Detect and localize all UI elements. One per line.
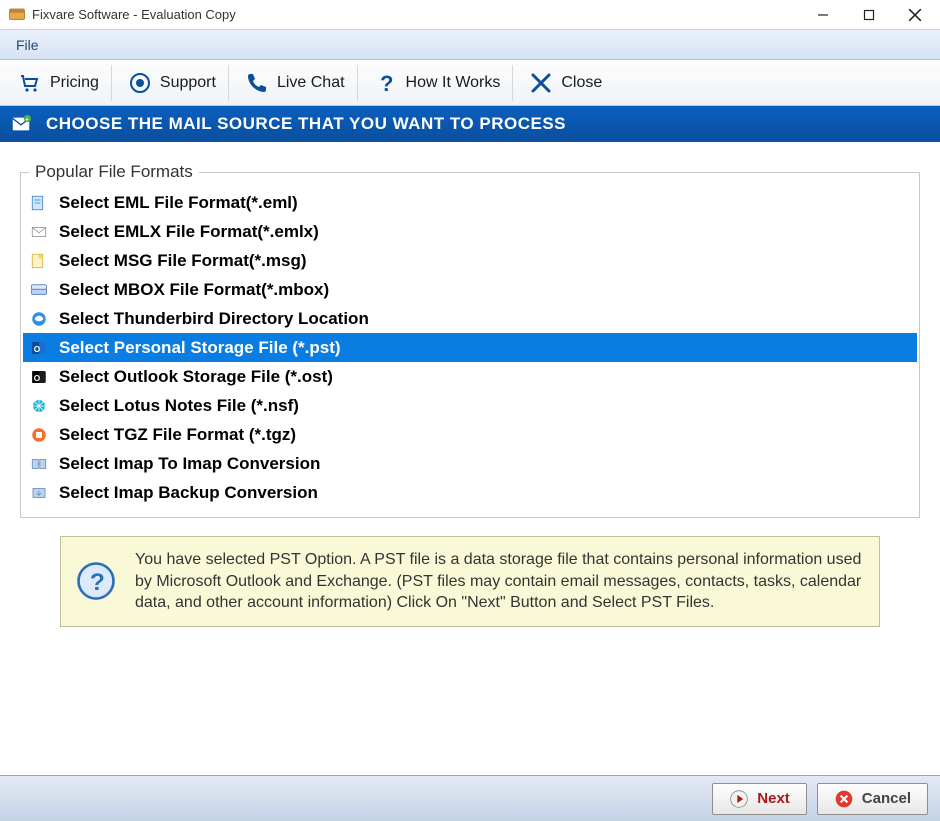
close-label: Close — [561, 74, 602, 92]
minimize-button[interactable] — [800, 0, 846, 30]
cross-icon — [529, 71, 553, 95]
emlx-icon — [29, 222, 49, 242]
how-it-works-label: How It Works — [406, 74, 501, 92]
format-label: Select MBOX File Format(*.mbox) — [59, 280, 329, 300]
svg-text:?: ? — [90, 569, 105, 596]
format-mbox[interactable]: Select MBOX File Format(*.mbox) — [23, 275, 917, 304]
live-chat-button[interactable]: Live Chat — [233, 65, 358, 101]
phone-icon — [245, 71, 269, 95]
thunderbird-icon — [29, 309, 49, 329]
titlebar: Fixvare Software - Evaluation Copy — [0, 0, 940, 30]
file-menu[interactable]: File — [6, 33, 49, 57]
headset-icon — [128, 71, 152, 95]
maximize-icon — [863, 9, 875, 21]
footer: Next Cancel — [0, 775, 940, 821]
cancel-icon — [834, 789, 854, 809]
cancel-label: Cancel — [862, 790, 911, 807]
format-tgz[interactable]: Select TGZ File Format (*.tgz) — [23, 420, 917, 449]
mbox-icon — [29, 280, 49, 300]
mail-source-icon: + — [10, 113, 32, 135]
help-icon: ? — [75, 560, 117, 602]
format-pst[interactable]: O Select Personal Storage File (*.pst) — [23, 333, 917, 362]
close-icon — [908, 8, 922, 22]
minimize-icon — [817, 9, 829, 21]
format-ost[interactable]: O Select Outlook Storage File (*.ost) — [23, 362, 917, 391]
svg-text:+: + — [25, 116, 29, 123]
close-window-button[interactable] — [892, 0, 938, 30]
format-thunderbird[interactable]: Select Thunderbird Directory Location — [23, 304, 917, 333]
format-label: Select Imap To Imap Conversion — [59, 454, 320, 474]
format-label: Select Thunderbird Directory Location — [59, 309, 369, 329]
question-icon: ? — [374, 71, 398, 95]
format-label: Select MSG File Format(*.msg) — [59, 251, 307, 271]
format-label: Select Personal Storage File (*.pst) — [59, 338, 341, 358]
banner-text: CHOOSE THE MAIL SOURCE THAT YOU WANT TO … — [46, 114, 566, 134]
toolbar: Pricing Support Live Chat ? How It Works… — [0, 60, 940, 106]
msg-icon — [29, 251, 49, 271]
close-button[interactable]: Close — [517, 65, 614, 101]
live-chat-label: Live Chat — [277, 74, 345, 92]
svg-text:O: O — [34, 373, 41, 382]
tgz-icon — [29, 425, 49, 445]
outlook-pst-icon: O — [29, 338, 49, 358]
format-emlx[interactable]: Select EMLX File Format(*.emlx) — [23, 217, 917, 246]
svg-text:O: O — [34, 344, 41, 353]
next-button[interactable]: Next — [712, 783, 807, 815]
formats-list: Select EML File Format(*.eml) Select EML… — [23, 188, 917, 507]
format-label: Select EML File Format(*.eml) — [59, 193, 298, 213]
imap-sync-icon — [29, 454, 49, 474]
lotus-icon — [29, 396, 49, 416]
format-imap-backup[interactable]: Select Imap Backup Conversion — [23, 478, 917, 507]
window-controls — [800, 0, 938, 30]
file-formats-group: Popular File Formats Select EML File For… — [20, 162, 920, 518]
format-label: Select Outlook Storage File (*.ost) — [59, 367, 333, 387]
app-icon — [8, 6, 26, 24]
format-label: Select Lotus Notes File (*.nsf) — [59, 396, 299, 416]
support-button[interactable]: Support — [116, 65, 229, 101]
format-nsf[interactable]: Select Lotus Notes File (*.nsf) — [23, 391, 917, 420]
outlook-ost-icon: O — [29, 367, 49, 387]
format-label: Select Imap Backup Conversion — [59, 483, 318, 503]
menubar: File — [0, 30, 940, 60]
next-label: Next — [757, 790, 790, 807]
content: Popular File Formats Select EML File For… — [0, 142, 940, 637]
banner: + CHOOSE THE MAIL SOURCE THAT YOU WANT T… — [0, 106, 940, 142]
format-msg[interactable]: Select MSG File Format(*.msg) — [23, 246, 917, 275]
format-imap-to-imap[interactable]: Select Imap To Imap Conversion — [23, 449, 917, 478]
svg-text:?: ? — [380, 71, 393, 95]
format-label: Select EMLX File Format(*.emlx) — [59, 222, 319, 242]
format-label: Select TGZ File Format (*.tgz) — [59, 425, 296, 445]
eml-icon — [29, 193, 49, 213]
how-it-works-button[interactable]: ? How It Works — [362, 65, 514, 101]
cart-icon — [18, 71, 42, 95]
window-title: Fixvare Software - Evaluation Copy — [32, 7, 800, 22]
format-eml[interactable]: Select EML File Format(*.eml) — [23, 188, 917, 217]
maximize-button[interactable] — [846, 0, 892, 30]
info-text: You have selected PST Option. A PST file… — [135, 549, 865, 614]
pricing-label: Pricing — [50, 74, 99, 92]
formats-legend: Popular File Formats — [29, 162, 199, 182]
info-panel: ? You have selected PST Option. A PST fi… — [60, 536, 880, 627]
play-icon — [729, 789, 749, 809]
pricing-button[interactable]: Pricing — [6, 65, 112, 101]
cancel-button[interactable]: Cancel — [817, 783, 928, 815]
imap-backup-icon — [29, 483, 49, 503]
support-label: Support — [160, 74, 216, 92]
